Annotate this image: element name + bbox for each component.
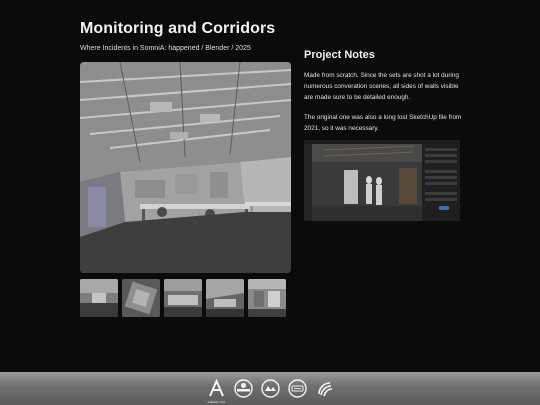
atlantic-logo-caption: Atlantic Ctrl	[207, 400, 225, 404]
footer-bar: Atlantic Ctrl	[0, 372, 540, 405]
project-notes-paragraph-2: The original one was also a long lost Sk…	[304, 114, 462, 132]
circle-emblem-logo-1[interactable]	[233, 379, 253, 398]
swirl-logo[interactable]	[315, 379, 334, 398]
thumbnail-1[interactable]	[80, 279, 118, 317]
thumbnail-strip	[80, 279, 291, 317]
atlantic-a-logo[interactable]: Atlantic Ctrl	[207, 379, 226, 404]
thumbnail-2[interactable]	[122, 279, 160, 317]
thumbnail-5[interactable]	[248, 279, 286, 317]
project-notes-heading: Project Notes	[304, 49, 375, 61]
main-render-image[interactable]	[80, 62, 291, 273]
circle-emblem-logo-2[interactable]	[260, 379, 280, 398]
thumbnail-3[interactable]	[164, 279, 202, 317]
thumbnail-4[interactable]	[206, 279, 244, 317]
blender-viewport-screenshot[interactable]	[304, 140, 460, 221]
project-notes-paragraph-1: Made from scratch. Since the sets are sh…	[304, 72, 459, 101]
page-subtitle: Where Incidents in SomniA: happened / Bl…	[80, 45, 251, 52]
circle-emblem-logo-3[interactable]	[287, 379, 307, 398]
page-title: Monitoring and Corridors	[80, 20, 276, 37]
